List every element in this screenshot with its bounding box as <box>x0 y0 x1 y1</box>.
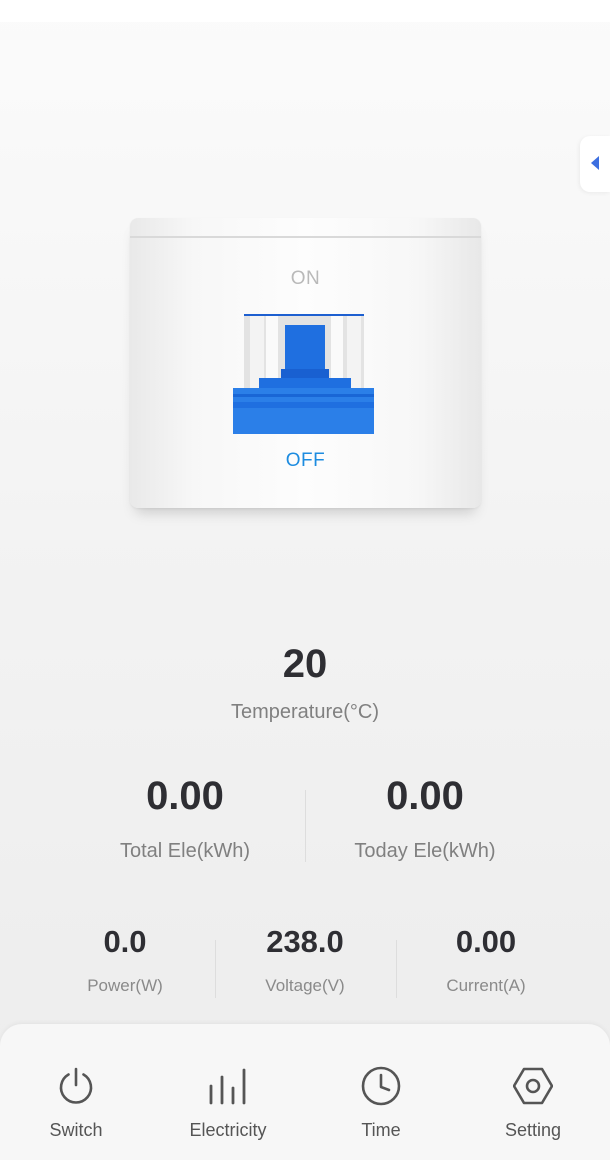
tab-time-label: Time <box>361 1120 401 1140</box>
breaker-off-label: OFF <box>285 450 326 471</box>
side-panel-handle[interactable] <box>580 136 610 192</box>
hexagon-gear-icon <box>513 1067 553 1105</box>
tab-electricity-label: Electricity <box>189 1120 267 1140</box>
temperature-value: 20 <box>282 642 328 686</box>
today-energy-value: 0.00 <box>386 774 464 818</box>
tab-switch[interactable]: Switch <box>0 1024 152 1160</box>
power-value: 0.0 <box>103 924 147 959</box>
breaker-ridge <box>130 236 481 238</box>
total-energy-label: Total Ele(kWh) <box>119 840 251 862</box>
voltage-label: Voltage(V) <box>265 976 345 995</box>
tab-setting-label: Setting <box>504 1120 562 1140</box>
bar-chart-icon <box>209 1068 246 1105</box>
today-energy-label: Today Ele(kWh) <box>354 840 496 862</box>
tab-electricity[interactable]: Electricity <box>152 1024 304 1160</box>
breaker-switch[interactable]: ON OFF <box>130 218 481 508</box>
breaker-on-label: ON <box>290 268 321 289</box>
power-icon <box>59 1067 93 1104</box>
today-energy-stat: 0.00 Today Ele(kWh) <box>305 773 545 863</box>
tab-time[interactable]: Time <box>305 1024 457 1160</box>
current-stat: 0.00 Current(A) <box>396 924 576 996</box>
breaker-lever-icon <box>233 314 374 434</box>
tab-switch-label: Switch <box>49 1120 103 1140</box>
temperature-label: Temperature(°C) <box>230 701 380 723</box>
power-label: Power(W) <box>87 976 163 995</box>
chevron-left-icon <box>591 156 599 170</box>
total-energy-stat: 0.00 Total Ele(kWh) <box>65 773 305 863</box>
status-bar-area <box>0 0 610 22</box>
voltage-stat: 238.0 Voltage(V) <box>215 924 395 996</box>
current-label: Current(A) <box>446 976 526 995</box>
clock-icon <box>361 1066 401 1106</box>
bottom-tab-bar: Switch Electricity Time Setting <box>0 1024 610 1160</box>
total-energy-value: 0.00 <box>146 774 224 818</box>
current-value: 0.00 <box>455 924 517 959</box>
voltage-value: 238.0 <box>266 924 344 959</box>
tab-setting[interactable]: Setting <box>457 1024 609 1160</box>
power-stat: 0.0 Power(W) <box>35 924 215 996</box>
